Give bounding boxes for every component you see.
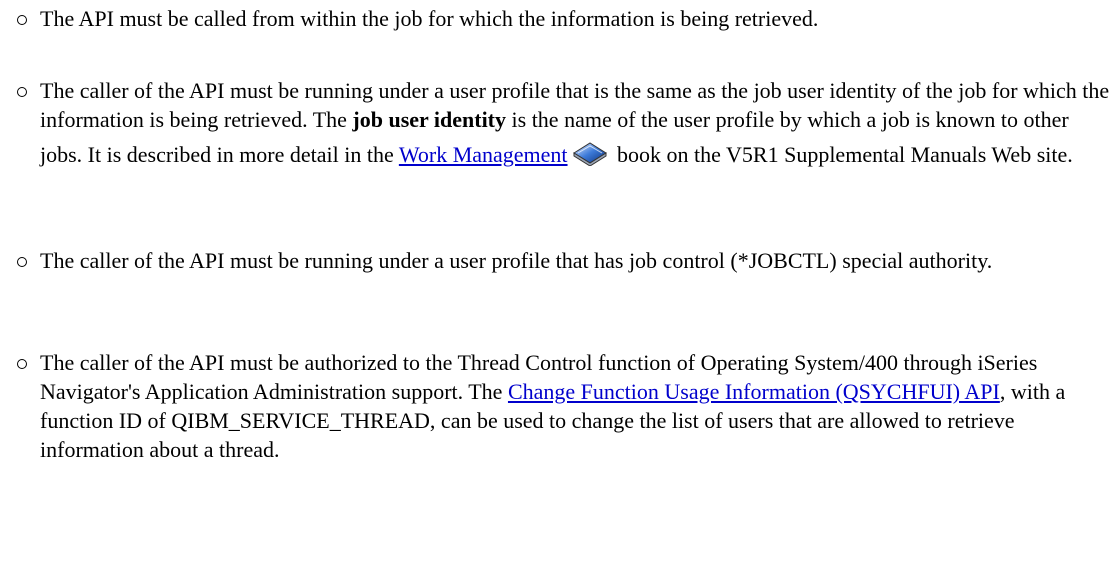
list-item-text: The API must be called from within the j…	[40, 4, 1110, 33]
list-item-text: The caller of the API must be running un…	[40, 246, 1110, 275]
circle-bullet-icon	[17, 257, 27, 267]
book-icon	[572, 142, 607, 166]
change-function-usage-link[interactable]: Change Function Usage Information (QSYCH…	[508, 379, 1000, 404]
list-item-text: The caller of the API must be authorized…	[40, 348, 1110, 464]
circle-bullet-icon	[17, 15, 27, 25]
term-bold: job user identity	[352, 107, 507, 132]
item-text: book on the V5R1 Supplemental Manuals We…	[611, 142, 1073, 167]
list-item-text: The caller of the API must be running un…	[40, 76, 1110, 176]
circle-bullet-icon	[17, 359, 27, 369]
circle-bullet-icon	[17, 87, 27, 97]
work-management-link[interactable]: Work Management	[399, 142, 568, 167]
item-text: The API must be called from within the j…	[40, 6, 819, 31]
item-text: The caller of the API must be running un…	[40, 248, 993, 273]
